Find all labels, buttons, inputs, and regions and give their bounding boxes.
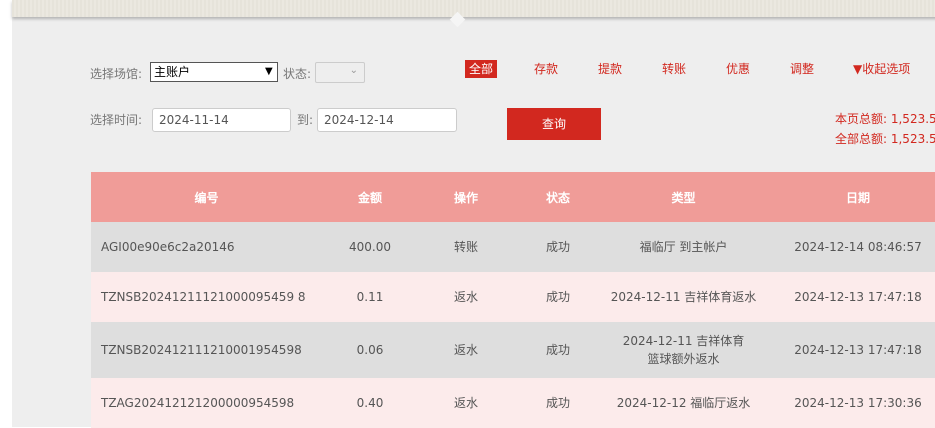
column-header: 日期 <box>765 172 935 222</box>
all-total: 全部总额: 1,523.59 <box>835 132 935 146</box>
status-cell: 成功 <box>514 378 602 428</box>
date-cell: 2024-12-13 17:47:18 <box>765 322 935 378</box>
start-date-input[interactable]: 2024-11-14 <box>152 108 291 132</box>
status-select[interactable]: ⌄ <box>315 62 365 83</box>
id-cell: TZAG202412121200000954598 <box>91 378 322 428</box>
table-row: AGI00e90e6c2a20146 400.00 转账 成功 福临厅 到主帐户 2024… <box>91 222 935 272</box>
table-row: TZNSB202412111210001954598 0.06 返水 成功 2024-1… <box>91 322 935 378</box>
column-header: 编号 <box>91 172 322 222</box>
column-header: 类型 <box>602 172 765 222</box>
date-cell: 2024-12-13 17:30:36 <box>765 378 935 428</box>
operation-cell: 转账 <box>418 222 514 272</box>
operation-cell: 返水 <box>418 322 514 378</box>
venue-label: 选择场馆: <box>90 67 143 81</box>
tab-4[interactable]: 优惠 <box>726 60 750 78</box>
type-cell: 福临厅 到主帐户 <box>602 222 765 272</box>
status-cell: 成功 <box>514 322 602 378</box>
query-button[interactable]: 查询 <box>507 108 601 140</box>
type-cell: 2024-12-11 吉祥体育篮球额外返水 <box>602 322 765 378</box>
type-cell: 2024-12-12 福临厅返水 <box>602 378 765 428</box>
tab-1[interactable]: 存款 <box>534 60 558 78</box>
id-cell: TZNSB20241211121000095459 8 <box>91 272 322 322</box>
chevron-down-icon: ▼ <box>265 66 273 77</box>
transactions-table: 编号 金额 操作 状态 类型 日期 AGI00e90e6c2a20146 400.00 转账成… <box>91 172 935 428</box>
table-row: TZAG202412121200000954598 0.40 返水 成功 2024-12… <box>91 378 935 428</box>
amount-cell: 0.11 <box>322 272 418 322</box>
column-header: 状态 <box>514 172 602 222</box>
status-cell: 成功 <box>514 272 602 322</box>
page-total: 本页总额: 1,523.59 <box>835 112 935 126</box>
chevron-down-icon: ⌄ <box>349 65 358 76</box>
tab-3[interactable]: 转账 <box>662 60 686 78</box>
amount-cell: 0.06 <box>322 322 418 378</box>
type-cell: 2024-12-11 吉祥体育返水 <box>602 272 765 322</box>
to-label: 到: <box>297 113 314 127</box>
amount-cell: 0.40 <box>322 378 418 428</box>
table-row: TZNSB20241211121000095459 8 0.11 返水 成功 2024-… <box>91 272 935 322</box>
operation-cell: 返水 <box>418 272 514 322</box>
tab-0[interactable]: 全部 <box>465 60 498 78</box>
end-date-input[interactable]: 2024-12-14 <box>317 108 457 132</box>
column-header: 操作 <box>418 172 514 222</box>
time-label: 选择时间: <box>90 113 143 127</box>
date-cell: 2024-12-14 08:46:57 <box>765 222 935 272</box>
status-cell: 成功 <box>514 222 602 272</box>
tab-5[interactable]: 调整 <box>790 60 814 78</box>
date-cell: 2024-12-13 17:47:18 <box>765 272 935 322</box>
column-header: 金额 <box>322 172 418 222</box>
venue-value[interactable]: 主账户 <box>154 63 190 81</box>
status-label: 状态: <box>283 67 312 81</box>
id-cell: AGI00e90e6c2a20146 <box>91 222 322 272</box>
id-cell: TZNSB202412111210001954598 <box>91 322 322 378</box>
top-banner <box>12 0 935 17</box>
operation-cell: 返水 <box>418 378 514 428</box>
main-panel: 选择场馆: 主账户 ▼ 状态: ⌄ 选择时间: 2024-11-14 到: 20… <box>12 0 935 428</box>
tab-6[interactable]: ▼收起选项 <box>853 60 910 78</box>
tab-2[interactable]: 提款 <box>598 60 622 78</box>
amount-cell: 400.00 <box>322 222 418 272</box>
